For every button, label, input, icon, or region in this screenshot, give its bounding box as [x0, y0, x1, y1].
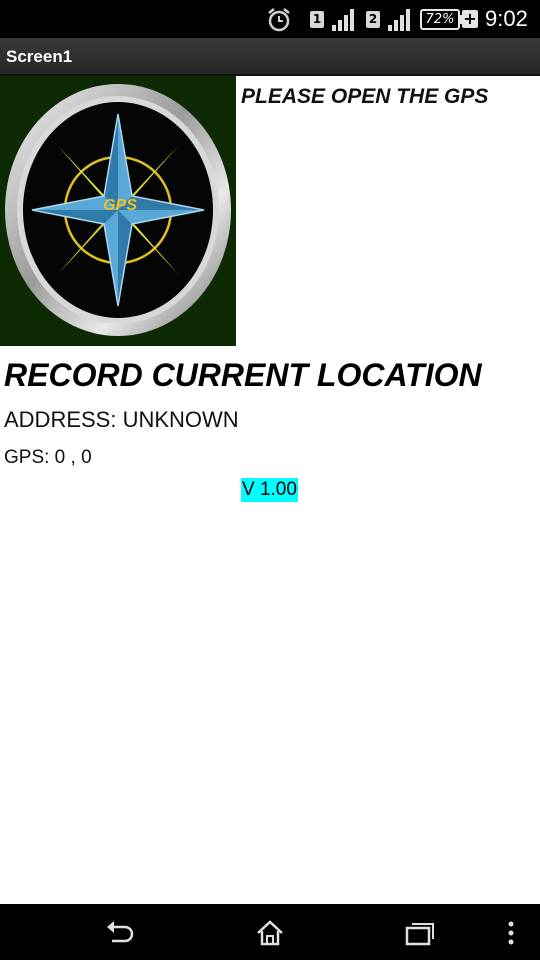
overflow-menu-icon[interactable] — [504, 918, 518, 948]
screen-title: Screen1 — [6, 47, 73, 66]
status-bar: 1 2 72% + 9:02 — [0, 0, 540, 38]
plus-icon: + — [462, 9, 478, 28]
back-arrow-icon[interactable] — [104, 918, 136, 948]
title-bar: Screen1 — [0, 38, 540, 76]
alarm-clock-icon — [268, 8, 290, 32]
version-label: V 1.00 — [241, 478, 298, 502]
clock: 9:02 — [485, 6, 528, 31]
navigation-bar — [0, 904, 540, 960]
gps-coordinates-label: GPS: 0 , 0 — [4, 447, 92, 468]
logo-gps-text: GPS — [103, 197, 137, 214]
signal-bars-icon — [388, 9, 410, 31]
gps-prompt-label: PLEASE OPEN THE GPS — [241, 85, 489, 108]
gps-logo-image: GPS — [0, 76, 236, 346]
home-icon[interactable] — [254, 918, 286, 948]
address-label: ADDRESS: UNKNOWN — [4, 407, 239, 432]
signal-bars-icon — [332, 9, 354, 31]
record-location-button[interactable]: RECORD CURRENT LOCATION — [4, 355, 482, 395]
sim1-badge: 1 — [310, 11, 324, 28]
recent-apps-icon[interactable] — [404, 918, 436, 948]
sim2-badge: 2 — [366, 11, 380, 28]
battery-indicator: 72% — [420, 9, 460, 30]
